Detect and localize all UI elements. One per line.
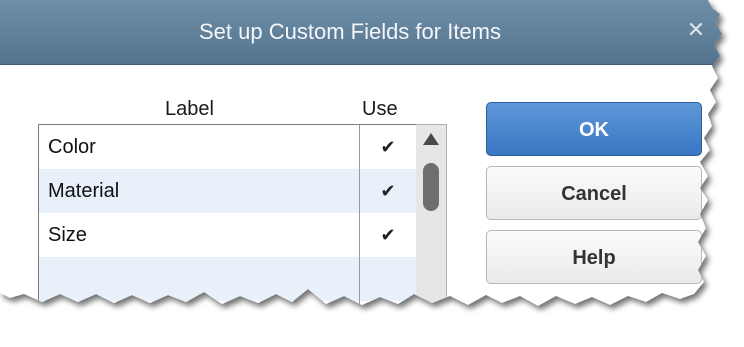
help-button[interactable]: Help xyxy=(486,230,702,284)
list-row-material[interactable]: Material ✔ xyxy=(39,169,417,213)
use-checkmark-icon[interactable]: ✔ xyxy=(359,125,417,169)
close-icon[interactable]: ✕ xyxy=(686,19,706,41)
field-label[interactable]: Color xyxy=(48,125,96,169)
list-row-size[interactable]: Size ✔ xyxy=(39,213,417,257)
field-label[interactable]: Material xyxy=(48,169,119,213)
field-label[interactable]: Size xyxy=(48,213,87,257)
use-checkmark-icon[interactable]: ✔ xyxy=(359,169,417,213)
custom-fields-list[interactable]: Color ✔ Material ✔ Size ✔ xyxy=(38,124,418,306)
list-row-empty[interactable] xyxy=(39,257,417,301)
use-checkmark-icon[interactable]: ✔ xyxy=(359,213,417,257)
column-header-label: Label xyxy=(165,98,214,120)
ok-button[interactable]: OK xyxy=(486,102,702,156)
column-divider xyxy=(359,125,360,306)
scroll-up-arrow-icon[interactable] xyxy=(416,127,446,153)
title-bar[interactable]: Set up Custom Fields for Items ✕ xyxy=(0,0,722,65)
cancel-button[interactable]: Cancel xyxy=(486,166,702,220)
custom-fields-dialog: Set up Custom Fields for Items ✕ Label U… xyxy=(0,0,744,347)
scroll-thumb[interactable] xyxy=(423,163,439,211)
dialog-title: Set up Custom Fields for Items xyxy=(199,19,501,44)
dialog-body: Set up Custom Fields for Items ✕ Label U… xyxy=(0,0,722,306)
list-row-color[interactable]: Color ✔ xyxy=(39,125,417,169)
list-scrollbar[interactable] xyxy=(416,124,447,306)
column-header-use: Use xyxy=(362,98,398,120)
